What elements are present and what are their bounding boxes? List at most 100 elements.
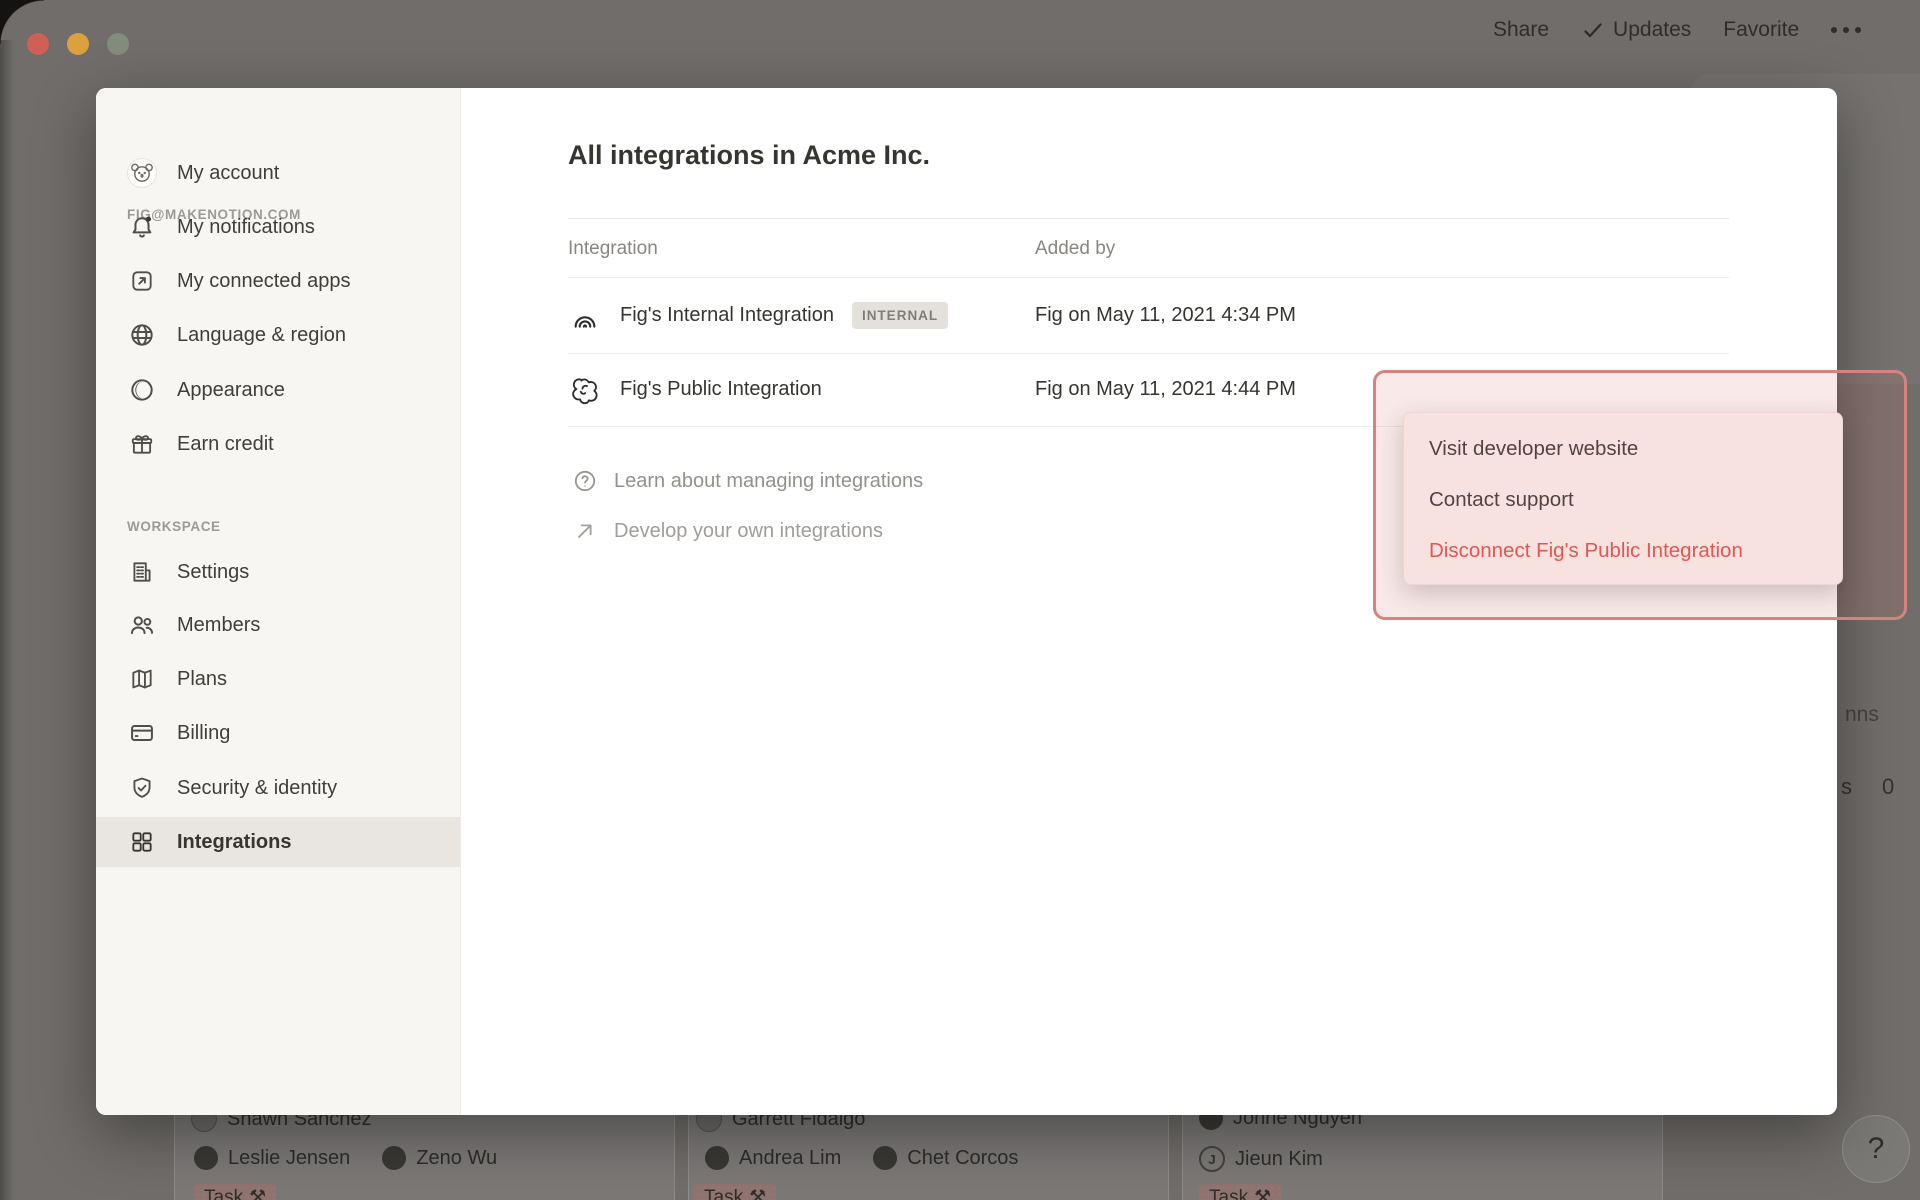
sidebar-item-label: Members — [177, 614, 260, 637]
sidebar-item-integrations[interactable]: Integrations — [96, 817, 460, 867]
board-person-row: Leslie Jensen Zeno Wu — [194, 1146, 519, 1170]
sidebar-item-label: Language & region — [177, 324, 346, 347]
integration-name-cell: Fig's Public Integration — [568, 354, 822, 425]
tag-label: Task — [204, 1187, 243, 1200]
share-label: Share — [1493, 18, 1549, 42]
person-name: Chet Corcos — [907, 1147, 1018, 1170]
integration-name: Fig's Public Integration — [620, 378, 822, 401]
sidebar-item-my-account[interactable]: My account — [96, 148, 460, 198]
question-circle-icon — [572, 468, 598, 494]
sidebar-item-label: My connected apps — [177, 270, 350, 293]
updates-button[interactable]: Updates — [1581, 18, 1691, 42]
sidebar-item-security-identity[interactable]: Security & identity — [96, 763, 460, 813]
topbar-actions: Share Updates Favorite — [1493, 18, 1861, 42]
hammer-icon: ⚒ — [249, 1186, 266, 1200]
settings-modal: FIG@MAKENOTION.COM My account — [96, 88, 1837, 1115]
sidebar-item-label: Earn credit — [177, 433, 274, 456]
develop-integrations-link[interactable]: Develop your own integrations — [572, 511, 883, 551]
menu-item-visit-developer-website[interactable]: Visit developer website — [1404, 423, 1842, 474]
sidebar-item-settings[interactable]: Settings — [96, 547, 460, 597]
task-tag: Task ⚒ — [194, 1184, 276, 1200]
background-text-fragment: nns — [1845, 703, 1879, 727]
task-tag: Task ⚒ — [1199, 1184, 1281, 1200]
board-person-row: J Jieun Kim — [1199, 1146, 1345, 1172]
internal-integration-logo-icon — [568, 299, 602, 333]
settings-sidebar: FIG@MAKENOTION.COM My account — [96, 88, 461, 1115]
traffic-lights — [27, 33, 129, 55]
building-icon — [127, 557, 157, 587]
updates-label: Updates — [1613, 18, 1691, 42]
sidebar-item-billing[interactable]: Billing — [96, 708, 460, 758]
more-options-icon[interactable] — [1831, 27, 1861, 33]
sidebar-item-label: Appearance — [177, 379, 285, 402]
column-header-integration: Integration — [568, 238, 658, 260]
share-button[interactable]: Share — [1493, 18, 1549, 42]
divider — [568, 218, 1729, 219]
person-name: Jieun Kim — [1235, 1148, 1323, 1171]
menu-item-disconnect-integration[interactable]: Disconnect Fig's Public Integration — [1404, 525, 1842, 576]
added-by-cell: Fig on May 11, 2021 4:44 PM — [1035, 354, 1296, 425]
tag-label: Task — [1209, 1187, 1248, 1200]
integration-context-menu: Visit developer website Contact support … — [1403, 412, 1843, 585]
board-person-row: Andrea Lim Chet Corcos — [705, 1146, 1040, 1170]
column-header-added-by: Added by — [1035, 238, 1115, 260]
task-tag: Task ⚒ — [694, 1184, 776, 1200]
page-title: All integrations in Acme Inc. — [568, 140, 930, 171]
sidebar-item-label: Integrations — [177, 831, 291, 854]
link-label: Develop your own integrations — [614, 520, 883, 543]
sidebar-item-earn-credit[interactable]: Earn credit — [96, 419, 460, 469]
person-name: Leslie Jensen — [228, 1147, 350, 1170]
globe-icon — [127, 320, 157, 350]
window-edge-shadow — [0, 40, 14, 1200]
added-by-cell: Fig on May 11, 2021 4:34 PM — [1035, 278, 1296, 353]
zoom-window-button[interactable] — [107, 33, 129, 55]
help-button[interactable]: ? — [1842, 1115, 1910, 1183]
avatar-andrea-lim — [705, 1146, 729, 1170]
integration-name-cell: Fig's Internal Integration INTERNAL — [568, 278, 948, 353]
sidebar-item-language-region[interactable]: Language & region — [96, 310, 460, 360]
sidebar-item-members[interactable]: Members — [96, 600, 460, 650]
person-name: Andrea Lim — [739, 1147, 841, 1170]
table-row-internal-integration: Fig's Internal Integration INTERNAL Fig … — [568, 278, 1797, 353]
menu-item-contact-support[interactable]: Contact support — [1404, 474, 1842, 525]
sidebar-item-appearance[interactable]: Appearance — [96, 365, 460, 415]
koala-avatar — [127, 158, 157, 188]
sidebar-item-label: My notifications — [177, 216, 315, 239]
learn-about-integrations-link[interactable]: Learn about managing integrations — [572, 461, 923, 501]
close-window-button[interactable] — [27, 33, 49, 55]
credit-card-icon — [127, 718, 157, 748]
sidebar-item-my-connected-apps[interactable]: My connected apps — [96, 256, 460, 306]
link-label: Learn about managing integrations — [614, 470, 923, 493]
integrations-panel: All integrations in Acme Inc. Integratio… — [460, 88, 1837, 1115]
notion-window: Share Updates Favorite nns s 0 Shawn San… — [0, 0, 1920, 1200]
sidebar-item-my-notifications[interactable]: My notifications — [96, 202, 460, 252]
shield-check-icon — [127, 773, 157, 803]
favorite-button[interactable]: Favorite — [1723, 18, 1799, 42]
moon-icon — [127, 375, 157, 405]
sidebar-item-label: Settings — [177, 561, 249, 584]
sidebar-item-plans[interactable]: Plans — [96, 654, 460, 704]
hammer-icon: ⚒ — [749, 1186, 766, 1200]
people-icon — [127, 610, 157, 640]
avatar-chet-corcos — [873, 1146, 897, 1170]
sidebar-item-label: Billing — [177, 722, 230, 745]
develop-link-row: Develop your own integrations — [572, 511, 883, 551]
sidebar-item-label: Plans — [177, 668, 227, 691]
integration-name: Fig's Internal Integration — [620, 304, 834, 327]
favorite-label: Favorite — [1723, 18, 1799, 42]
public-integration-logo-icon — [568, 373, 602, 407]
sidebar-item-label: My account — [177, 162, 279, 185]
avatar-jieun-kim: J — [1199, 1146, 1225, 1172]
fragment-count: 0 — [1882, 774, 1894, 800]
avatar-zeno-wu — [382, 1146, 406, 1170]
minimize-window-button[interactable] — [67, 33, 89, 55]
learn-link-row: Learn about managing integrations — [572, 461, 923, 501]
background-text-fragment: s 0 — [1841, 774, 1894, 800]
map-icon — [127, 664, 157, 694]
gift-icon — [127, 429, 157, 459]
workspace-heading: WORKSPACE — [127, 519, 221, 534]
hammer-icon: ⚒ — [1254, 1186, 1271, 1200]
bell-icon — [127, 212, 157, 242]
person-name: Zeno Wu — [416, 1147, 497, 1170]
arrow-up-right-box-icon — [127, 266, 157, 296]
